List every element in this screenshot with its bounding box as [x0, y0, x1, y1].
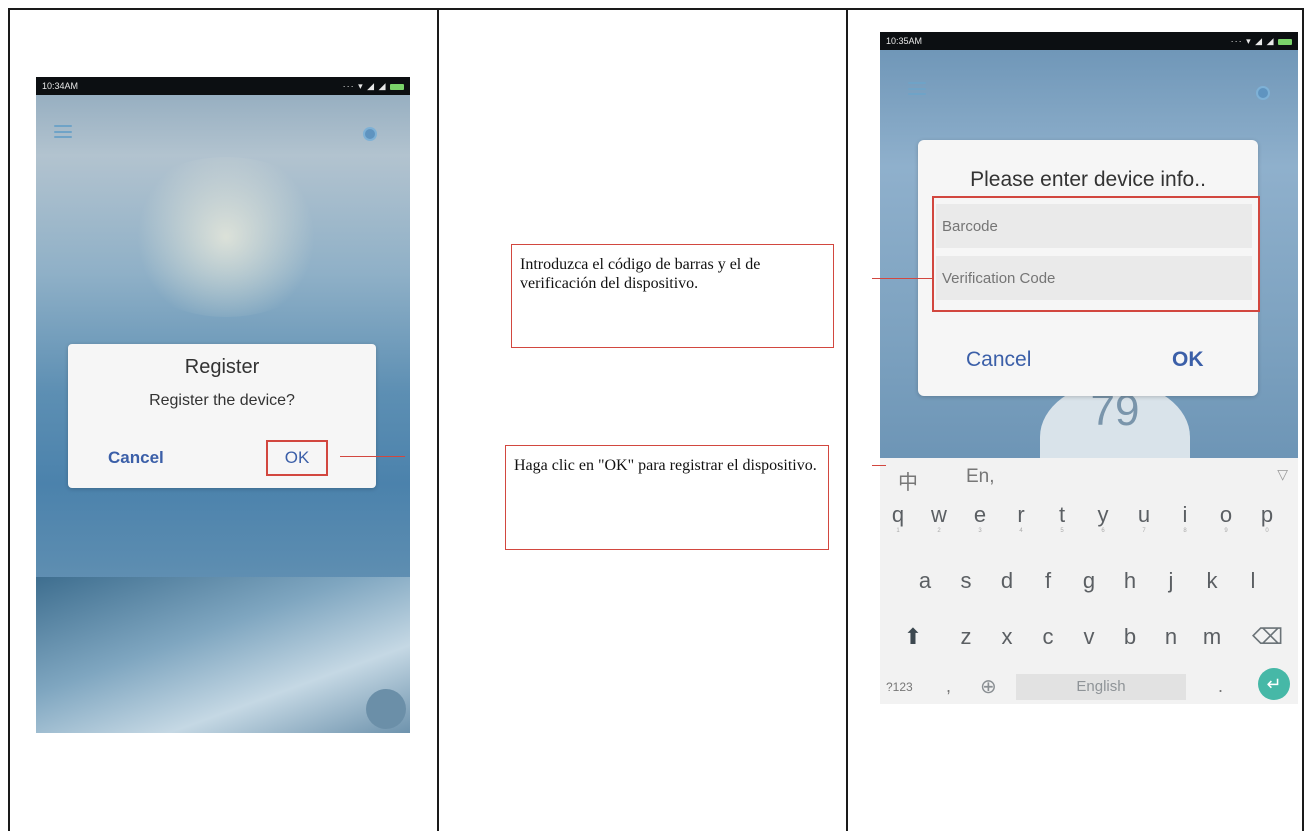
key-r[interactable]: r4 [1006, 502, 1036, 534]
key-f[interactable]: f [1033, 568, 1063, 594]
device-info-dialog: Please enter device info.. Cancel OK [918, 140, 1260, 396]
right-phone-screenshot: 10:35AM ··· ▾ ◢ ◢ 79 Please enter device… [880, 32, 1298, 704]
pool-image [36, 577, 410, 733]
key-g[interactable]: g [1074, 568, 1104, 594]
battery-icon [1278, 38, 1292, 45]
dialog-message: Register the device? [149, 392, 295, 409]
soft-keyboard: 中 En, ▽ q1 w2 e3 r4 t5 y6 u7 i8 o9 p0 a … [880, 458, 1298, 704]
key-t[interactable]: t5 [1047, 502, 1077, 534]
enter-icon[interactable]: ↵ [1258, 668, 1290, 700]
globe-icon[interactable]: ⊕ [980, 674, 997, 699]
key-u[interactable]: u7 [1129, 502, 1159, 534]
space-key[interactable]: English [1016, 674, 1186, 700]
key-h[interactable]: h [1115, 568, 1145, 594]
key-v[interactable]: v [1074, 624, 1104, 650]
key-m[interactable]: m [1197, 624, 1227, 650]
key-c[interactable]: c [1033, 624, 1063, 650]
ok-button[interactable]: OK [1172, 348, 1204, 372]
leader-line-inputs [872, 278, 932, 279]
key-j[interactable]: j [1156, 568, 1186, 594]
status-icons: ··· ▾ ◢ ◢ [343, 77, 404, 95]
status-time: 10:35AM [886, 36, 923, 46]
backspace-icon[interactable]: ⌫ [1252, 624, 1283, 650]
dialog-title: Register [184, 356, 260, 378]
key-k[interactable]: k [1197, 568, 1227, 594]
collapse-keyboard-icon[interactable]: ▽ [1277, 466, 1288, 483]
key-english[interactable]: En, [966, 466, 995, 488]
left-phone-screenshot: 10:34AM ··· ▾ ◢ ◢ Register Register the … [36, 77, 410, 733]
column-divider-right [846, 8, 848, 831]
inputs-highlight-box [932, 196, 1260, 312]
key-period[interactable]: . [1218, 676, 1223, 697]
key-p[interactable]: p0 [1252, 502, 1282, 534]
key-w[interactable]: w2 [924, 502, 954, 534]
key-o[interactable]: o9 [1211, 502, 1241, 534]
status-bar: 10:34AM ··· ▾ ◢ ◢ [36, 77, 410, 95]
key-q[interactable]: q1 [883, 502, 913, 534]
status-icons: ··· ▾ ◢ ◢ [1231, 32, 1292, 50]
cancel-button[interactable]: Cancel [966, 348, 1031, 372]
dialog-title: Please enter device info.. [970, 168, 1206, 191]
keyboard-lang-row: 中 En, ▽ [880, 466, 1298, 496]
logo-icon [366, 689, 406, 729]
keyboard-row-1: q1 w2 e3 r4 t5 y6 u7 i8 o9 p0 [880, 502, 1298, 542]
status-bar: 10:35AM ··· ▾ ◢ ◢ [880, 32, 1298, 50]
key-numbers[interactable]: ?123 [886, 680, 913, 694]
key-chinese[interactable]: 中 [898, 466, 918, 495]
callout-click-ok: Haga clic en "OK" para registrar el disp… [505, 445, 829, 550]
settings-icon[interactable] [363, 127, 377, 141]
sun-glow [116, 157, 336, 317]
keyboard-row-3: ⬆ z x c v b n m ⌫ [880, 624, 1298, 664]
key-e[interactable]: e3 [965, 502, 995, 534]
key-d[interactable]: d [992, 568, 1022, 594]
keyboard-row-4: ?123 , ⊕ English . ↵ [880, 668, 1298, 704]
key-i[interactable]: i8 [1170, 502, 1200, 534]
menu-icon[interactable] [908, 82, 926, 95]
key-a[interactable]: a [910, 568, 940, 594]
key-z[interactable]: z [951, 624, 981, 650]
key-s[interactable]: s [951, 568, 981, 594]
shift-icon[interactable]: ⬆ [898, 624, 928, 650]
key-l[interactable]: l [1238, 568, 1268, 594]
key-b[interactable]: b [1115, 624, 1145, 650]
leader-line-left [340, 456, 405, 457]
battery-icon [390, 83, 404, 90]
settings-icon[interactable] [1256, 86, 1270, 100]
callout-enter-codes: Introduzca el código de barras y el de v… [511, 244, 834, 348]
keyboard-row-2: a s d f g h j k l [880, 568, 1298, 608]
key-n[interactable]: n [1156, 624, 1186, 650]
register-dialog: Register Register the device? Cancel OK [68, 344, 376, 488]
cancel-button[interactable]: Cancel [108, 448, 164, 468]
key-y[interactable]: y6 [1088, 502, 1118, 534]
status-time: 10:34AM [42, 81, 79, 91]
leader-line-ok [872, 465, 886, 466]
ok-highlight-box [266, 440, 328, 476]
key-comma[interactable]: , [946, 676, 951, 697]
column-divider-left [437, 8, 439, 831]
menu-icon[interactable] [54, 125, 72, 138]
key-x[interactable]: x [992, 624, 1022, 650]
